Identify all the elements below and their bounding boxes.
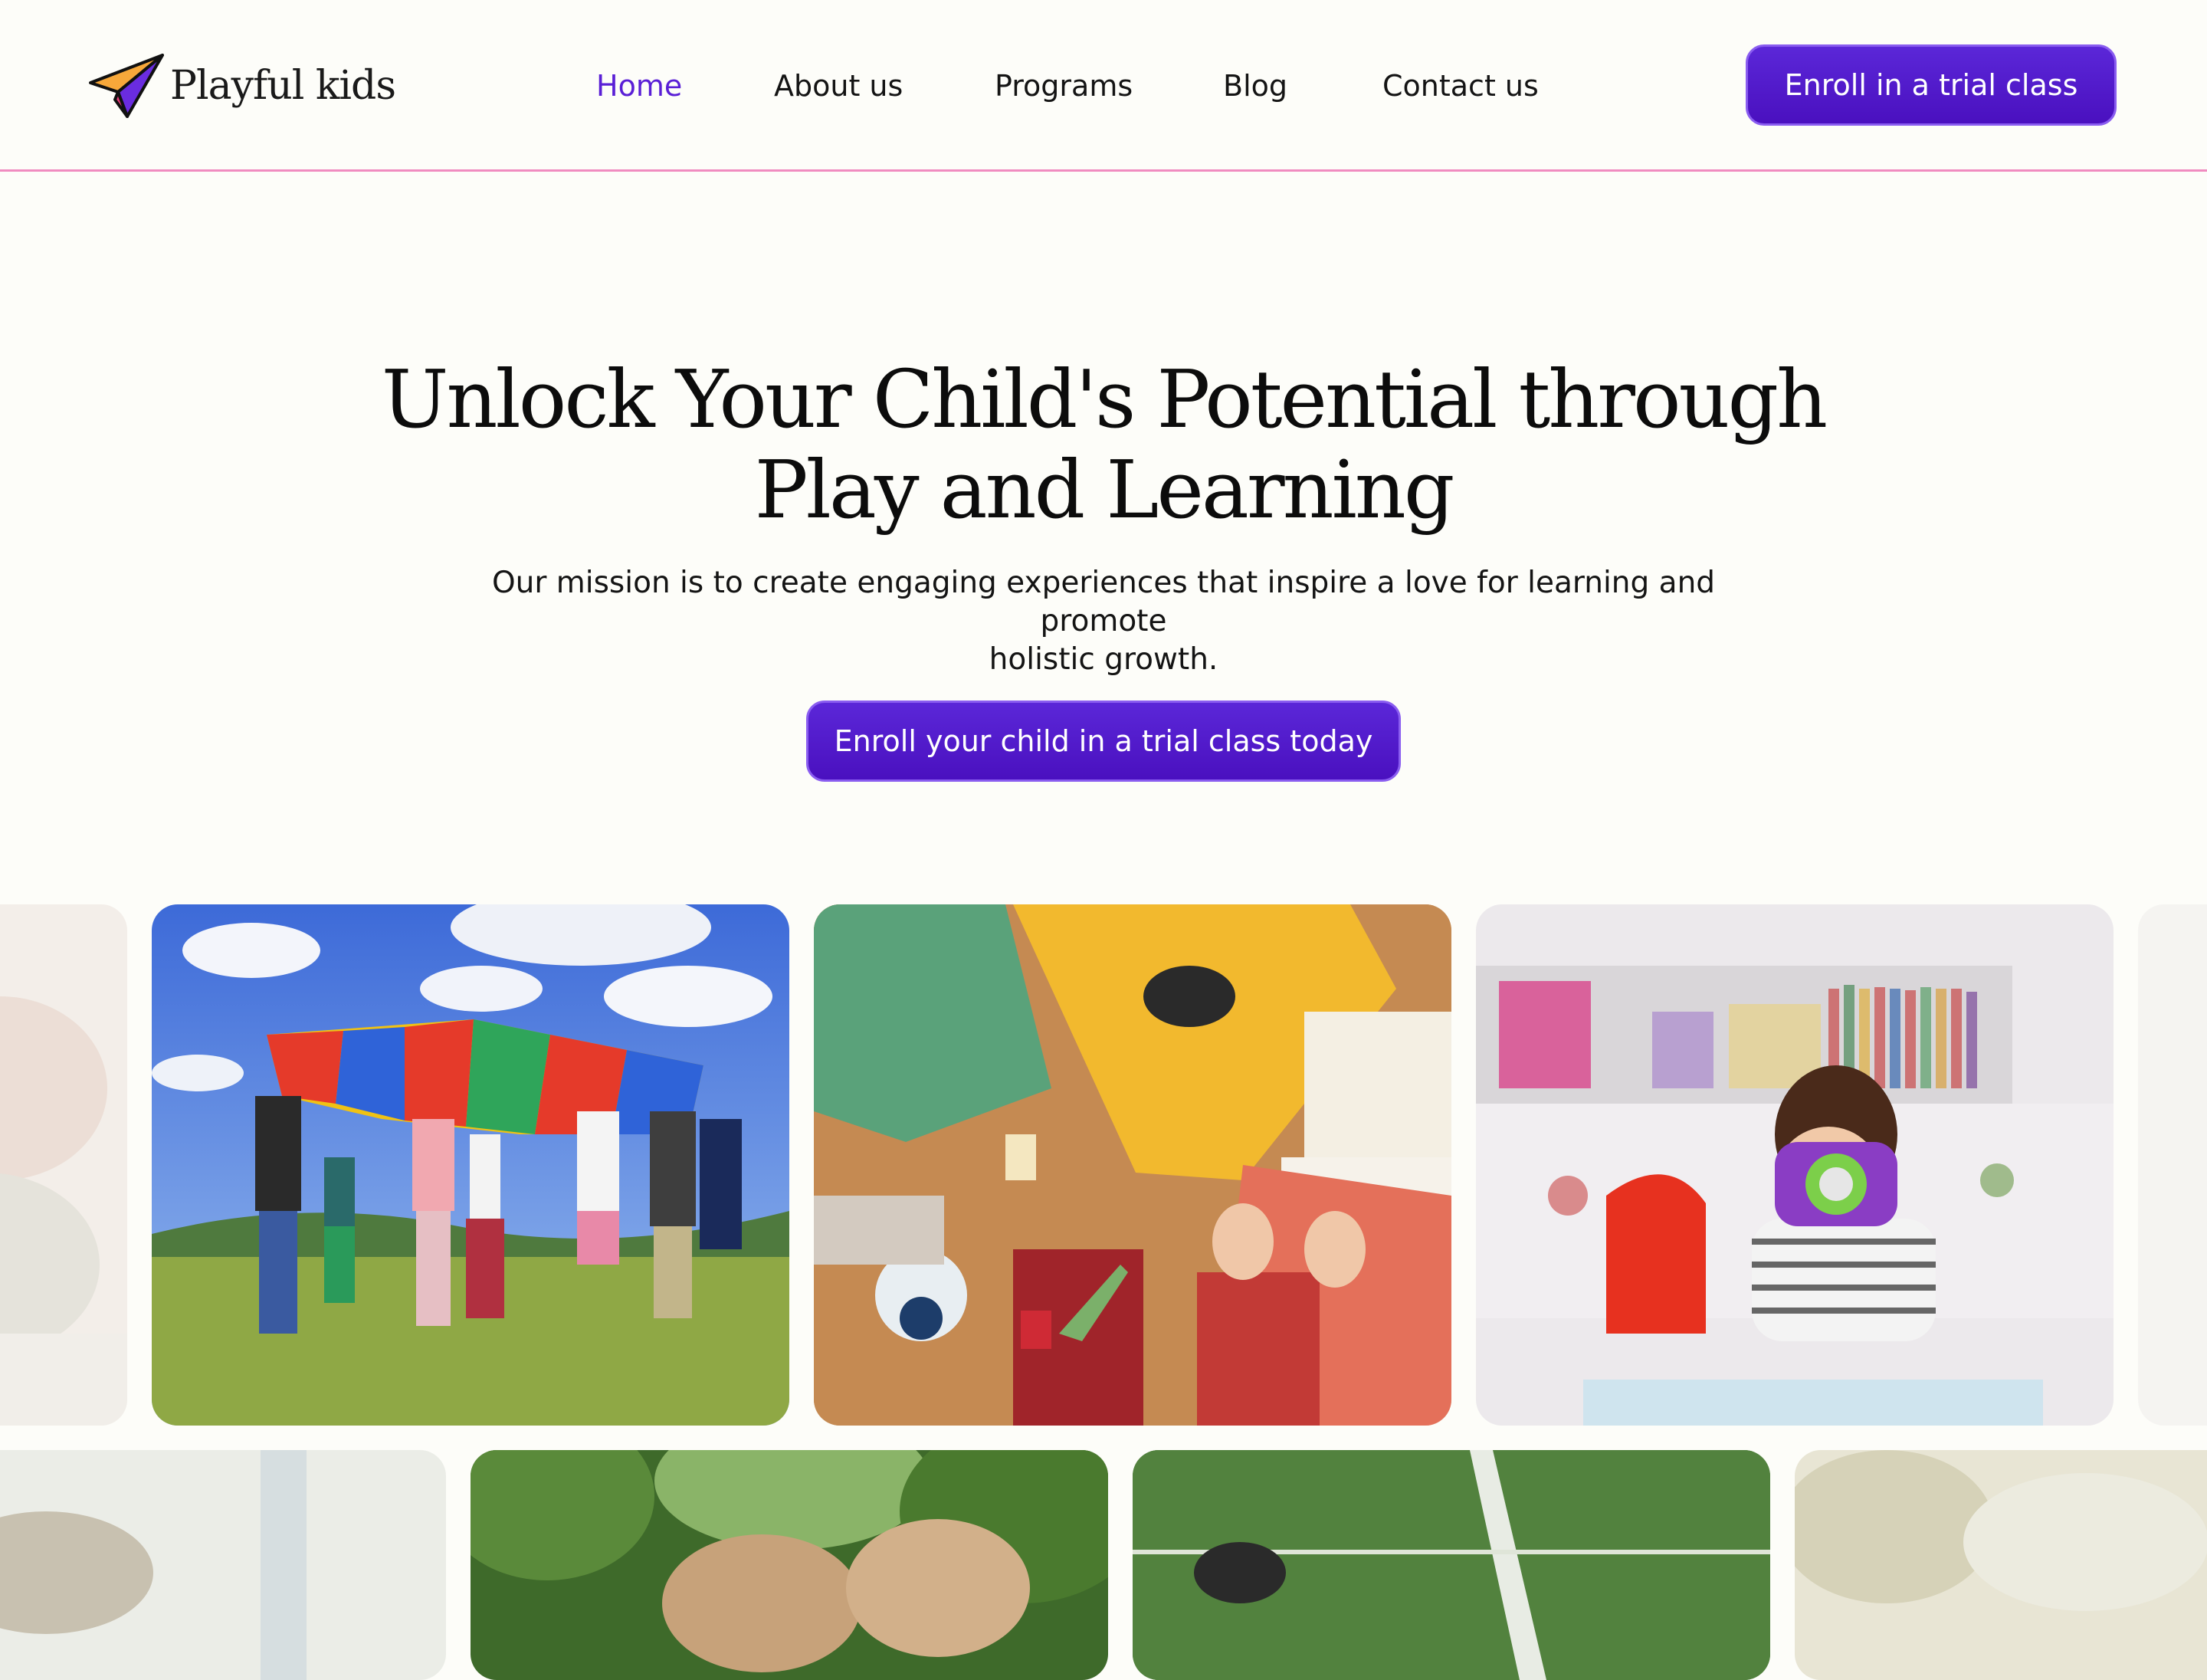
hero-title: Unlock Your Child's Potential through Pl… — [337, 354, 1870, 535]
hero-title-line-1: Unlock Your Child's Potential through — [381, 353, 1828, 446]
photo-icon — [152, 904, 789, 1426]
photo-icon — [1476, 904, 2114, 1426]
enroll-child-cta-button[interactable]: Enroll your child in a trial class today — [806, 701, 1401, 782]
enroll-trial-button[interactable]: Enroll in a trial class — [1746, 44, 2117, 126]
photo-icon — [814, 904, 1451, 1426]
paper-plane-icon — [89, 54, 164, 118]
nav-about-us[interactable]: About us — [774, 67, 903, 104]
nav-contact-us[interactable]: Contact us — [1382, 67, 1539, 104]
gallery-partial-photo-row2-1 — [0, 1450, 446, 1680]
nav-blog[interactable]: Blog — [1223, 67, 1287, 104]
site-header: Playful kids Home About us Programs Blog… — [0, 0, 2207, 172]
photo-icon — [471, 1450, 1108, 1680]
gallery-arts-and-crafts-photo[interactable] — [814, 904, 1451, 1426]
hero-subtitle: Our mission is to create engaging experi… — [429, 564, 1778, 679]
nav-home[interactable]: Home — [596, 67, 682, 104]
gallery-partial-photo-row2-4 — [1795, 1450, 2207, 1680]
hero-subtitle-line-2: holistic growth. — [989, 642, 1218, 677]
photo-icon — [2138, 904, 2207, 1426]
hero-subtitle-line-1: Our mission is to create engaging experi… — [491, 566, 1716, 638]
hero-title-line-2: Play and Learning — [754, 443, 1455, 536]
nav-programs[interactable]: Programs — [995, 67, 1133, 104]
brand-name: Playful kids — [170, 63, 396, 109]
photo-icon — [1795, 1450, 2207, 1680]
brand-logo[interactable]: Playful kids — [89, 54, 396, 118]
gallery-partial-photo-left — [0, 904, 127, 1426]
gallery-soccer-field-photo[interactable] — [1133, 1450, 1770, 1680]
photo-icon — [0, 1450, 446, 1680]
gallery-children-outdoors-photo[interactable] — [471, 1450, 1108, 1680]
photo-icon — [0, 904, 127, 1426]
gallery-partial-photo-right — [2138, 904, 2207, 1426]
photo-icon — [1133, 1450, 1770, 1680]
gallery-toddler-toy-camera-photo[interactable] — [1476, 904, 2114, 1426]
gallery-children-parachute-photo[interactable] — [152, 904, 789, 1426]
